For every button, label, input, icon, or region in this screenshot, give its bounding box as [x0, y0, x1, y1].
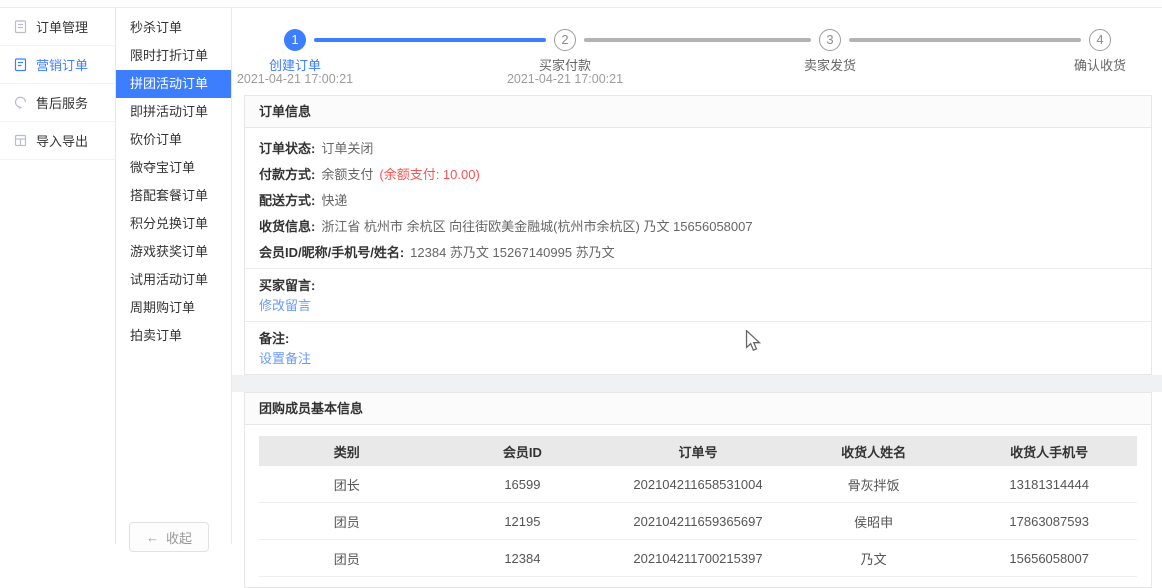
panel-gap	[232, 375, 1162, 392]
order-info-title: 订单信息	[245, 96, 1151, 128]
cell-receiver-name: 侯昭申	[786, 512, 962, 531]
cell-order-no: 202104211700215397	[610, 551, 786, 566]
step-time-buyer-payment: 2021-04-21 17:00:21	[455, 72, 675, 86]
col-type: 类别	[259, 442, 435, 461]
group-members-panel: 团购成员基本信息 类别 会员ID 订单号 收货人姓名 收货人手机号 团长 165…	[244, 392, 1152, 588]
edit-message-link[interactable]: 修改留言	[259, 296, 311, 316]
document-icon	[13, 57, 28, 72]
menu-item-auction-orders[interactable]: 拍卖订单	[116, 322, 231, 350]
step-circle-3: 3	[819, 29, 841, 51]
collapse-sidebar-button[interactable]: ← 收起	[129, 522, 209, 552]
cell-receiver-phone: 17863087593	[961, 514, 1137, 529]
cell-type: 团员	[259, 549, 435, 568]
field-order-status: 订单状态: 订单关闭	[259, 134, 1137, 160]
menu-item-bundle-orders[interactable]: 搭配套餐订单	[116, 182, 231, 210]
cell-receiver-name: 骨灰拌饭	[786, 475, 962, 494]
field-value: 12384 苏乃文 15267140995 苏乃文	[410, 242, 615, 261]
window-top-edge	[0, 0, 1162, 8]
field-label: 配送方式:	[259, 190, 315, 209]
table-row: 团员 12195 202104211659365697 侯昭申 17863087…	[259, 503, 1137, 540]
field-value: 订单关闭	[321, 138, 373, 157]
buyer-message-label: 买家留言:	[259, 276, 1137, 296]
step-circle-2: 2	[554, 29, 576, 51]
field-member-info: 会员ID/昵称/手机号/姓名: 12384 苏乃文 15267140995 苏乃…	[259, 238, 1137, 264]
menu-item-points-exchange-orders[interactable]: 积分兑换订单	[116, 210, 231, 238]
progress-line-done	[314, 38, 546, 42]
cell-receiver-name: 乃文	[786, 549, 962, 568]
cell-receiver-phone: 13181314444	[961, 477, 1137, 492]
field-value: 快递	[321, 190, 347, 209]
sidebar-item-marketing-orders[interactable]: 营销订单	[0, 46, 115, 84]
field-label: 订单状态:	[259, 138, 315, 157]
menu-item-bargain-orders[interactable]: 砍价订单	[116, 126, 231, 154]
set-remark-link[interactable]: 设置备注	[259, 349, 311, 369]
field-label: 收货信息:	[259, 216, 315, 235]
clipboard-icon	[13, 19, 28, 34]
group-members-title: 团购成员基本信息	[245, 393, 1151, 425]
cell-member-id: 16599	[435, 477, 611, 492]
sidebar-item-label: 营销订单	[36, 55, 88, 74]
field-shipping-info: 收货信息: 浙江省 杭州市 余杭区 向往街欧美金融城(杭州市余杭区) 乃文 15…	[259, 212, 1137, 238]
step-label-seller-ship: 卖家发货	[730, 55, 930, 74]
balance-payment-amount: (余额支付: 10.00)	[379, 164, 479, 183]
order-info-panel: 订单信息 订单状态: 订单关闭 付款方式: 余额支付 (余额支付: 10.00)…	[244, 95, 1152, 375]
menu-item-game-prize-orders[interactable]: 游戏获奖订单	[116, 238, 231, 266]
sidebar-item-import-export[interactable]: 导入导出	[0, 122, 115, 160]
cell-type: 团员	[259, 512, 435, 531]
sidebar-item-label: 订单管理	[36, 17, 88, 36]
col-member-id: 会员ID	[435, 442, 611, 461]
table-row: 团员 12384 202104211700215397 乃文 156560580…	[259, 540, 1137, 577]
field-label: 付款方式:	[259, 164, 315, 183]
step-circle-1: 1	[284, 29, 306, 51]
sidebar-item-label: 导入导出	[36, 131, 88, 150]
field-value: 浙江省 杭州市 余杭区 向往街欧美金融城(杭州市余杭区) 乃文 15656058…	[321, 216, 752, 235]
step-label-confirm-receipt: 确认收货	[1000, 55, 1162, 74]
field-delivery-method: 配送方式: 快递	[259, 186, 1137, 212]
cell-member-id: 12195	[435, 514, 611, 529]
step-circle-4: 4	[1089, 29, 1111, 51]
menu-item-subscription-orders[interactable]: 周期购订单	[116, 294, 231, 322]
cell-order-no: 202104211659365697	[610, 514, 786, 529]
sidebar-item-order-management[interactable]: 订单管理	[0, 8, 115, 46]
primary-sidebar: 订单管理 营销订单 售后服务 导入导出	[0, 0, 116, 544]
grid-icon	[13, 133, 28, 148]
members-table: 类别 会员ID 订单号 收货人姓名 收货人手机号 团长 16599 202104…	[245, 425, 1151, 587]
cell-receiver-phone: 15656058007	[961, 551, 1137, 566]
left-arrow-icon: ←	[146, 530, 159, 545]
remark-section: 备注: 设置备注	[245, 321, 1151, 374]
headset-icon	[13, 95, 28, 110]
cell-member-id: 12384	[435, 551, 611, 566]
sidebar-item-label: 售后服务	[36, 93, 88, 112]
field-value: 余额支付	[321, 164, 373, 183]
buyer-message-section: 买家留言: 修改留言	[245, 268, 1151, 321]
progress-line-pending	[849, 38, 1081, 42]
menu-item-lottery-orders[interactable]: 微夺宝订单	[116, 154, 231, 182]
col-order-no: 订单号	[610, 442, 786, 461]
order-progress-steps: 1 2 3 4 创建订单 买家付款 卖家发货 确认收货 2021-04-21 1…	[232, 8, 1162, 95]
progress-line-pending	[584, 38, 811, 42]
menu-item-trial-orders[interactable]: 试用活动订单	[116, 266, 231, 294]
remark-label: 备注:	[259, 329, 1137, 349]
menu-item-seckill-orders[interactable]: 秒杀订单	[116, 14, 231, 42]
menu-item-instant-group-orders[interactable]: 即拼活动订单	[116, 98, 231, 126]
cell-order-no: 202104211658531004	[610, 477, 786, 492]
field-label: 会员ID/昵称/手机号/姓名:	[259, 242, 404, 261]
col-receiver-phone: 收货人手机号	[961, 442, 1137, 461]
field-payment-method: 付款方式: 余额支付 (余额支付: 10.00)	[259, 160, 1137, 186]
step-time-create-order: 2021-04-21 17:00:21	[185, 72, 405, 86]
cell-type: 团长	[259, 475, 435, 494]
sidebar-item-after-sales[interactable]: 售后服务	[0, 84, 115, 122]
table-header-row: 类别 会员ID 订单号 收货人姓名 收货人手机号	[259, 436, 1137, 466]
app-root: 订单管理 营销订单 售后服务 导入导出 秒杀订单 限时打折订单 拼团活动订单 即…	[0, 0, 1162, 544]
order-info-fields: 订单状态: 订单关闭 付款方式: 余额支付 (余额支付: 10.00) 配送方式…	[245, 128, 1151, 268]
table-row: 团长 16599 202104211658531004 骨灰拌饭 1318131…	[259, 466, 1137, 503]
main-content: 1 2 3 4 创建订单 买家付款 卖家发货 确认收货 2021-04-21 1…	[232, 0, 1162, 544]
col-receiver-name: 收货人姓名	[786, 442, 962, 461]
